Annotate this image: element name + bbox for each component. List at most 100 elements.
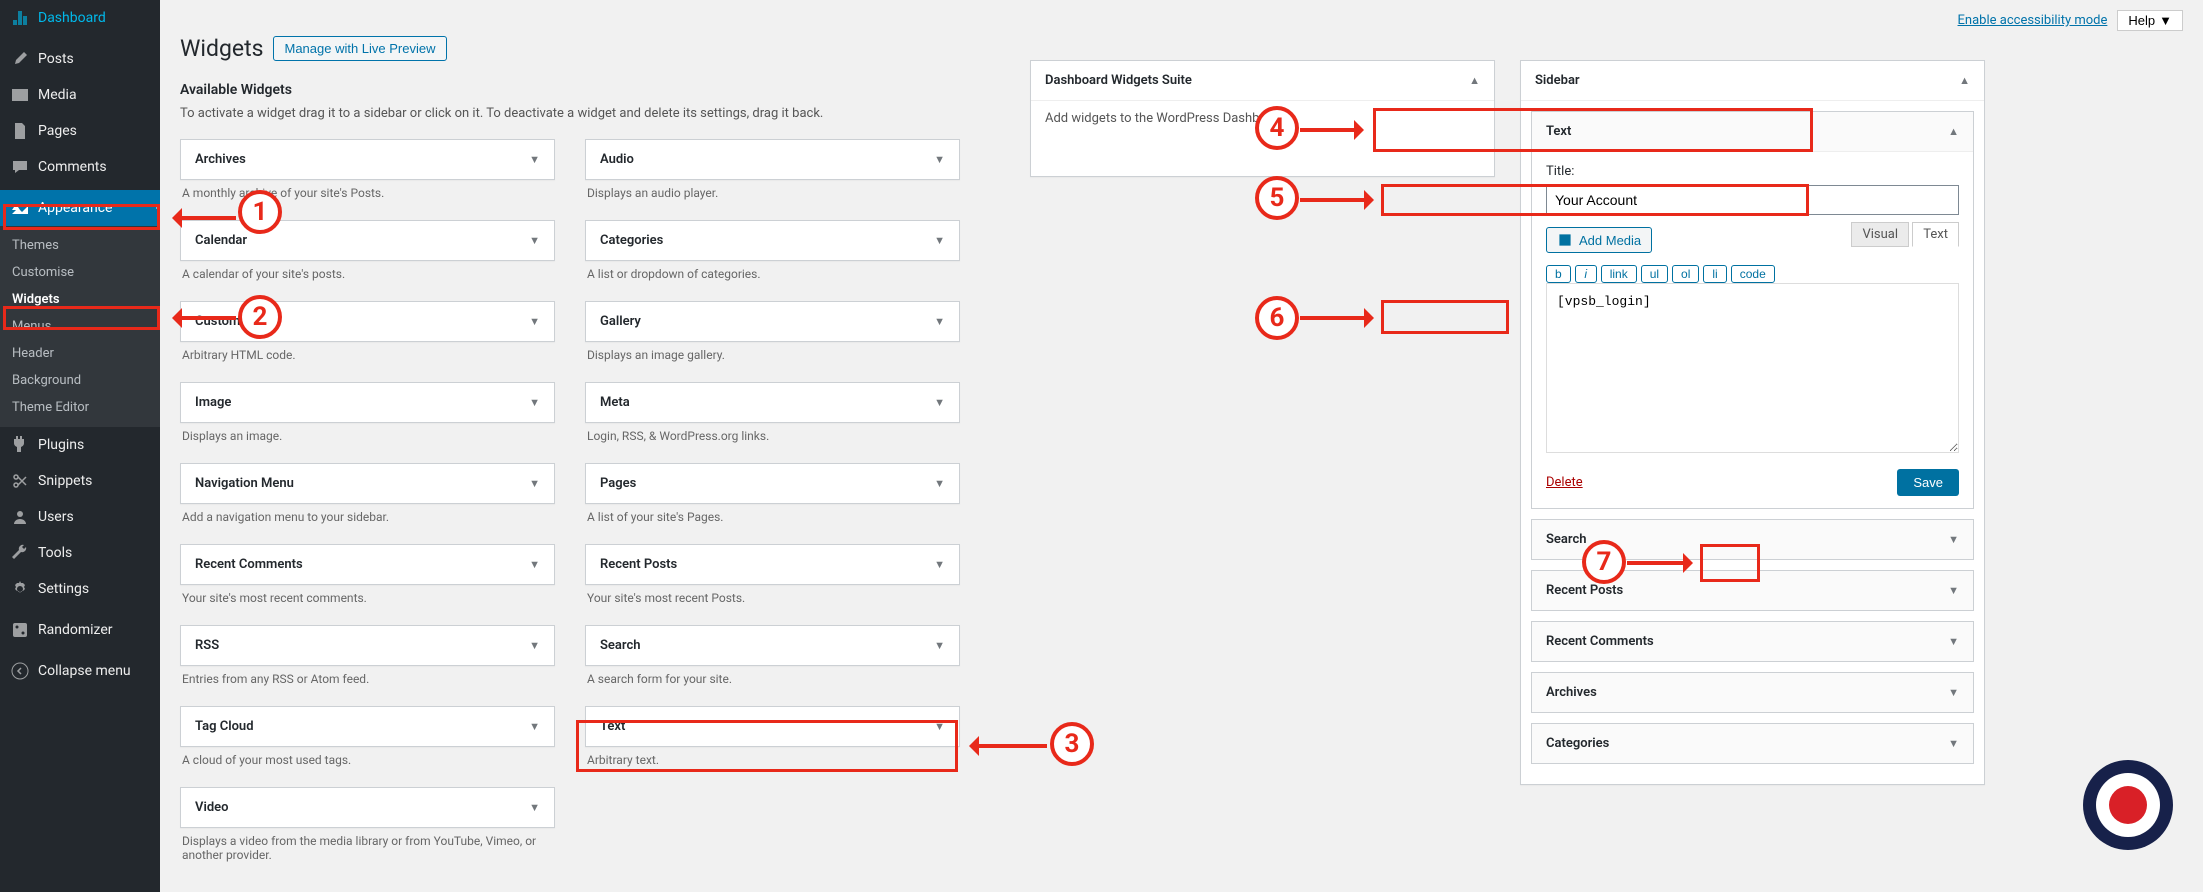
menu-collapse[interactable]: Collapse menu (0, 653, 160, 689)
submenu-widgets[interactable]: Widgets (0, 286, 160, 313)
widget-text[interactable]: Text▼ (585, 706, 960, 747)
chevron-down-icon: ▼ (529, 477, 540, 490)
chevron-down-icon: ▼ (1948, 635, 1959, 648)
widget-audio[interactable]: Audio▼ (585, 139, 960, 180)
content-textarea[interactable] (1546, 283, 1959, 453)
available-desc: To activate a widget drag it to a sideba… (180, 106, 960, 121)
widget-gallery[interactable]: Gallery▼ (585, 301, 960, 342)
admin-sidebar: Dashboard Posts Media Pages Comments App… (0, 0, 160, 892)
widget-categories[interactable]: Categories▼ (585, 220, 960, 261)
comments-icon (10, 157, 30, 177)
submenu-header[interactable]: Header (0, 340, 160, 367)
chevron-down-icon: ▼ (1948, 584, 1959, 597)
submenu-background[interactable]: Background (0, 367, 160, 394)
toolbar-bold[interactable]: b (1546, 265, 1571, 283)
drop-sidebar: Sidebar▲ Text▲ Title: Visual Text Add Me… (1520, 60, 1985, 785)
widget-text-header[interactable]: Text▲ (1532, 112, 1973, 151)
help-button[interactable]: Help ▼ (2117, 10, 2183, 31)
chevron-down-icon: ▼ (529, 639, 540, 652)
chevron-down-icon: ▼ (529, 720, 540, 733)
widget-image[interactable]: Image▼ (180, 382, 555, 423)
chevron-down-icon: ▼ (934, 558, 945, 571)
chevron-down-icon: ▼ (1948, 686, 1959, 699)
menu-snippets[interactable]: Snippets (0, 463, 160, 499)
sidebar-widget-search[interactable]: Search▼ (1532, 520, 1973, 559)
widget-meta[interactable]: Meta▼ (585, 382, 960, 423)
menu-media[interactable]: Media (0, 77, 160, 113)
toolbar-ol[interactable]: ol (1672, 265, 1699, 283)
widget-video[interactable]: Video▼ (180, 787, 555, 828)
menu-dashboard[interactable]: Dashboard (0, 0, 160, 36)
menu-plugins[interactable]: Plugins (0, 427, 160, 463)
chevron-down-icon: ▼ (529, 153, 540, 166)
widget-nav-menu[interactable]: Navigation Menu▼ (180, 463, 555, 504)
widget-search[interactable]: Search▼ (585, 625, 960, 666)
save-button[interactable]: Save (1897, 469, 1959, 496)
sidebar-widget-recent-posts[interactable]: Recent Posts▼ (1532, 571, 1973, 610)
appearance-icon (10, 198, 30, 218)
widget-rss[interactable]: RSS▼ (180, 625, 555, 666)
drop-dashboard-widgets: Dashboard Widgets Suite▲ Add widgets to … (1030, 60, 1495, 177)
chevron-up-icon: ▲ (1948, 125, 1959, 138)
chevron-down-icon: ▼ (934, 720, 945, 733)
title-input[interactable] (1546, 185, 1959, 215)
menu-comments[interactable]: Comments (0, 149, 160, 185)
widget-archives[interactable]: Archives▼ (180, 139, 555, 180)
menu-randomizer[interactable]: Randomizer (0, 612, 160, 648)
media-icon (10, 85, 30, 105)
sidebar-widget-archives[interactable]: Archives▼ (1532, 673, 1973, 712)
tab-text[interactable]: Text (1912, 222, 1959, 247)
toolbar-italic[interactable]: i (1575, 265, 1597, 283)
submenu-themes[interactable]: Themes (0, 232, 160, 259)
widget-recent-posts[interactable]: Recent Posts▼ (585, 544, 960, 585)
chevron-down-icon: ▼ (934, 234, 945, 247)
panel-header-sidebar[interactable]: Sidebar▲ (1521, 61, 1984, 101)
toolbar-li[interactable]: li (1703, 265, 1726, 283)
widget-custom-html[interactable]: Custom HTML▼ (180, 301, 555, 342)
dashboard-icon (10, 8, 30, 28)
menu-tools[interactable]: Tools (0, 535, 160, 571)
chevron-down-icon: ▼ (529, 315, 540, 328)
widget-calendar[interactable]: Calendar▼ (180, 220, 555, 261)
plugins-icon (10, 435, 30, 455)
delete-link[interactable]: Delete (1546, 475, 1583, 490)
chevron-down-icon: ▼ (934, 639, 945, 652)
chevron-down-icon: ▼ (1948, 737, 1959, 750)
sidebar-widget-categories[interactable]: Categories▼ (1532, 724, 1973, 763)
sidebar-widget-recent-comments[interactable]: Recent Comments▼ (1532, 622, 1973, 661)
menu-settings[interactable]: Settings (0, 571, 160, 607)
widget-recent-comments[interactable]: Recent Comments▼ (180, 544, 555, 585)
chevron-down-icon: ▼ (1948, 533, 1959, 546)
randomizer-icon (10, 620, 30, 640)
menu-users[interactable]: Users (0, 499, 160, 535)
menu-pages[interactable]: Pages (0, 113, 160, 149)
target-logo (2083, 760, 2173, 850)
submenu-theme-editor[interactable]: Theme Editor (0, 394, 160, 421)
collapse-icon (10, 661, 30, 681)
toolbar-link[interactable]: link (1601, 265, 1637, 283)
accessibility-link[interactable]: Enable accessibility mode (1958, 13, 2108, 28)
manage-live-preview-button[interactable]: Manage with Live Preview (273, 36, 446, 61)
snippets-icon (10, 471, 30, 491)
submenu-customise[interactable]: Customise (0, 259, 160, 286)
media-icon (1557, 232, 1573, 248)
toolbar-code[interactable]: code (1731, 265, 1775, 283)
tab-visual[interactable]: Visual (1851, 222, 1909, 247)
page-title: Widgets (180, 35, 263, 62)
submenu-menus[interactable]: Menus (0, 313, 160, 340)
chevron-down-icon: ▼ (2159, 13, 2172, 28)
pages-icon (10, 121, 30, 141)
chevron-down-icon: ▼ (934, 153, 945, 166)
available-heading: Available Widgets (180, 82, 960, 98)
widget-pages[interactable]: Pages▼ (585, 463, 960, 504)
pin-icon (10, 49, 30, 69)
menu-posts[interactable]: Posts (0, 41, 160, 77)
menu-appearance[interactable]: Appearance (0, 190, 160, 226)
chevron-down-icon: ▼ (529, 234, 540, 247)
add-media-button[interactable]: Add Media (1546, 227, 1652, 253)
panel-header-dashboard[interactable]: Dashboard Widgets Suite▲ (1031, 61, 1494, 101)
chevron-down-icon: ▼ (529, 558, 540, 571)
users-icon (10, 507, 30, 527)
widget-tag-cloud[interactable]: Tag Cloud▼ (180, 706, 555, 747)
toolbar-ul[interactable]: ul (1641, 265, 1668, 283)
